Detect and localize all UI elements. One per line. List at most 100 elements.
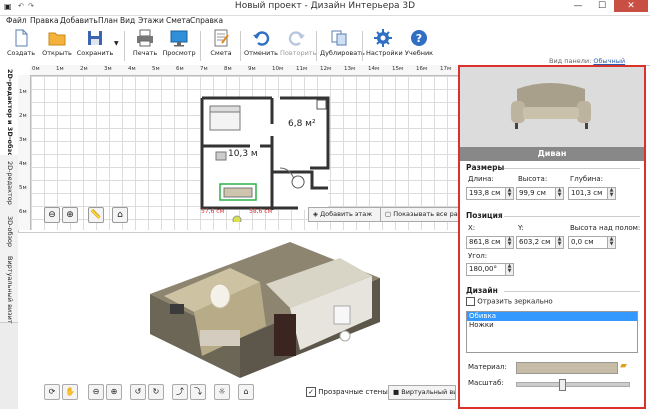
duplicate-button[interactable]: Дублировать (320, 29, 365, 63)
tutorial-button[interactable]: ? Учебник (402, 29, 436, 63)
layers-icon: ◈ (313, 210, 318, 218)
tab-3d-view[interactable]: 3D-обзор (0, 210, 18, 253)
preview-label: Просмотр (162, 49, 196, 57)
transparent-walls-toggle[interactable]: ✓ Прозрачные стены (306, 387, 388, 397)
create-button[interactable]: Создать (4, 29, 38, 63)
ruler-left-tick: 6м (19, 209, 27, 215)
minimize-button[interactable]: — (566, 0, 590, 12)
material-swatch[interactable] (516, 362, 618, 374)
house-3d-model[interactable] (140, 238, 390, 380)
ruler-icon: 📏 (90, 210, 102, 220)
spin-arrows-icon[interactable]: ▲ ▼ (555, 188, 563, 199)
tab-2d-3d[interactable]: 2D-редактор и 3D-обзор (0, 65, 18, 161)
design-title: Дизайн (466, 286, 498, 295)
spin-arrows-icon[interactable]: ▲ ▼ (607, 188, 615, 199)
home-3d-button[interactable]: ⌂ (238, 384, 254, 400)
camera-icon: ■ (393, 388, 400, 396)
spin-arrows-icon[interactable]: ▲ ▼ (505, 237, 513, 248)
list-item[interactable]: Ножки (467, 321, 637, 330)
zoom-out-3d-button[interactable]: ⊖ (88, 384, 104, 400)
stove[interactable] (316, 99, 327, 110)
open-button[interactable]: Открыть (40, 29, 74, 63)
spin-arrows-icon[interactable]: ▲ ▼ (505, 188, 513, 199)
preview-button[interactable]: Просмотр (162, 29, 196, 63)
ruler-top-tick: 12м (320, 66, 332, 72)
mirror-toggle[interactable]: Отразить зеркально (466, 297, 553, 306)
spin-arrows-icon[interactable]: ▲ ▼ (555, 237, 563, 248)
save-dropdown-icon[interactable]: ▼ (114, 40, 119, 47)
menu-estimate[interactable]: Смета (166, 16, 190, 25)
depth-field[interactable]: 101,3 см ▲ ▼ (568, 187, 616, 200)
tab-3d-view-label: 3D-обзор (6, 216, 14, 248)
ruler-top-tick: 3м (104, 66, 112, 72)
home-button[interactable]: ⌂ (112, 207, 128, 223)
menu-add[interactable]: Добавить (60, 16, 98, 25)
print-button[interactable]: Печать (128, 29, 162, 63)
maximize-button[interactable]: ☐ (590, 0, 614, 12)
close-button[interactable]: ✕ (614, 0, 648, 12)
list-item[interactable]: Обивка (467, 312, 637, 321)
estimate-button[interactable]: Смета (204, 29, 238, 63)
add-floor-button[interactable]: ◈ Добавить этаж (308, 207, 382, 222)
redo-button[interactable]: Повторить (280, 29, 316, 63)
menu-floors[interactable]: Этажи (138, 16, 164, 25)
zoom-out-button[interactable]: ⊖ (44, 207, 60, 223)
zoom-in-icon: ⊕ (66, 210, 74, 220)
toolbar-separator (316, 31, 317, 61)
spin-arrows-icon[interactable]: ▲ ▼ (607, 237, 615, 248)
rotation-handle[interactable] (232, 215, 242, 222)
view-panel-value[interactable]: Обычный (593, 57, 625, 65)
home-icon: ⌂ (117, 210, 123, 220)
menu-help[interactable]: Справка (190, 16, 223, 25)
y-field[interactable]: 603,2 см ▲ ▼ (516, 236, 564, 249)
transparent-walls-checkbox[interactable]: ✓ (306, 387, 316, 397)
properties-panel: Диван Размеры Длина: Высота: Глубина: 19… (458, 65, 646, 409)
length-field[interactable]: 193,8 см ▲ ▼ (466, 187, 514, 200)
hand-icon: ✋ (65, 387, 75, 396)
height-field[interactable]: 99,9 см ▲ ▼ (516, 187, 564, 200)
scale-label: Масштаб: (468, 379, 504, 387)
add-floor-label: Добавить этаж (320, 210, 373, 218)
transparent-walls-label: Прозрачные стены (318, 388, 388, 396)
zoom-in-button[interactable]: ⊕ (62, 207, 78, 223)
ruler-top-tick: 2м (80, 66, 88, 72)
menu-file[interactable]: Файл (6, 16, 27, 25)
folder-icon[interactable]: ▰ (620, 361, 627, 371)
floor-height-field[interactable]: 0,0 см ▲ ▼ (568, 236, 616, 249)
light-button[interactable]: ☼ (214, 384, 230, 400)
tilt-up-button[interactable]: ⤴ (172, 384, 188, 400)
scale-slider[interactable] (516, 379, 630, 391)
tutorial-label: Учебник (404, 49, 434, 57)
floor-plan[interactable]: 6,8 м² 10,3 м (180, 92, 340, 222)
save-button[interactable]: Сохранить (76, 29, 114, 63)
ruler-top-tick: 6м (176, 66, 184, 72)
angle-field[interactable]: 180,00° ▲ ▼ (466, 263, 514, 276)
tab-2d-editor[interactable]: 2D-редактор (0, 155, 18, 211)
rotate-360-button[interactable]: ⟳ (44, 384, 60, 400)
rotate-right-icon: ↻ (152, 387, 160, 396)
view-panel-selector[interactable]: Вид панели: Обычный (549, 57, 625, 65)
room2-area: 10,3 м (228, 149, 258, 159)
menu-plan[interactable]: План (98, 16, 118, 25)
spin-arrows-icon[interactable]: ▲ ▼ (505, 264, 513, 275)
ruler-left-tick: 5м (19, 185, 27, 191)
mirror-checkbox[interactable] (466, 297, 475, 306)
tab-virtual-visit[interactable]: Виртуальный визит (0, 252, 18, 324)
tilt-down-button[interactable]: ⤵ (190, 384, 206, 400)
menu-edit[interactable]: Правка (30, 16, 59, 25)
x-field[interactable]: 861,8 см ▲ ▼ (466, 236, 514, 249)
virtual-visit-button[interactable]: ■ Виртуальный визит (388, 385, 456, 400)
zoom-in-3d-button[interactable]: ⊕ (106, 384, 122, 400)
rotate-right-button[interactable]: ↻ (148, 384, 164, 400)
parts-list[interactable]: Обивка Ножки (466, 311, 638, 353)
tab-2d-3d-label: 2D-редактор и 3D-обзор (6, 69, 14, 162)
settings-button[interactable]: Настройки (366, 29, 403, 63)
show-all-dims-button[interactable]: ▢ Показывать все разм (380, 207, 460, 222)
menu-view[interactable]: Вид (120, 16, 135, 25)
ruler-button[interactable]: 📏 (88, 207, 104, 223)
pan-button[interactable]: ✋ (62, 384, 78, 400)
rotate-left-button[interactable]: ↺ (130, 384, 146, 400)
scale-slider-thumb[interactable] (559, 379, 567, 391)
floor-height-label: Высота над полом: (570, 224, 641, 232)
undo-button[interactable]: Отменить (244, 29, 278, 63)
